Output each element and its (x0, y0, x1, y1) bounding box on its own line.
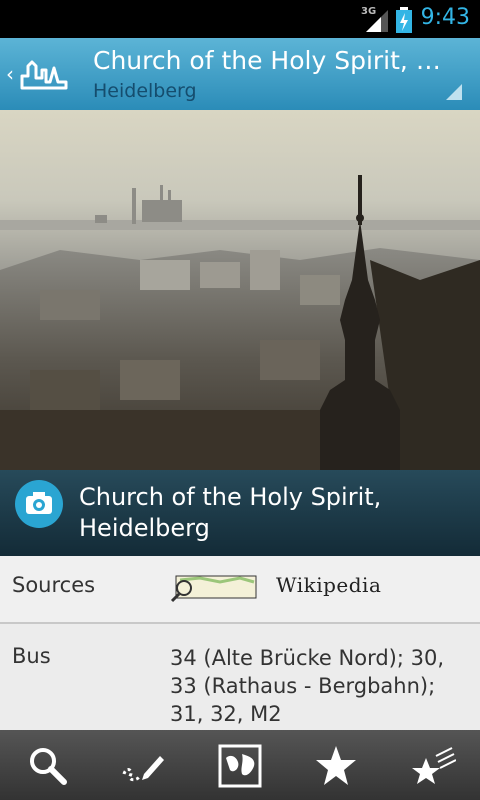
signal-icon (366, 10, 388, 32)
skyline-icon[interactable] (20, 58, 68, 90)
chevron-left-icon[interactable]: ‹ (6, 62, 14, 86)
page-title: Church of the Holy Spirit, H… (93, 46, 443, 75)
bus-label: Bus (12, 644, 51, 668)
photo-caption: Church of the Holy Spirit, Heidelberg (79, 483, 382, 542)
sources-label: Sources (12, 573, 96, 597)
openstreetmap-logo[interactable] (170, 570, 260, 604)
church-photo-image (0, 110, 480, 470)
place-photo[interactable] (0, 110, 480, 470)
star-icon[interactable] (314, 744, 358, 788)
sources-row: Sources Wikipedia (0, 556, 480, 624)
battery-charging-icon (396, 7, 412, 33)
photo-caption-bar: Church of the Holy Spirit, Heidelberg (0, 470, 480, 556)
stars-icon[interactable] (412, 744, 456, 788)
bus-row: Bus 34 (Alte Brücke Nord); 30, 33 (Ratha… (0, 624, 480, 730)
bottom-toolbar (0, 730, 480, 800)
status-bar: 3G 9:43 (0, 0, 480, 38)
wikipedia-logo[interactable]: Wikipedia (276, 573, 381, 597)
map-icon[interactable] (218, 744, 262, 788)
search-icon[interactable] (26, 744, 70, 788)
camera-icon[interactable] (15, 480, 63, 528)
clock: 9:43 (420, 5, 470, 30)
action-bar: ‹ Church of the Holy Spirit, H… Heidelbe… (0, 38, 480, 110)
menu-corner-indicator[interactable] (446, 84, 462, 100)
page-subtitle: Heidelberg (93, 80, 197, 102)
bus-lines: 34 (Alte Brücke Nord); 30, 33 (Rathaus -… (170, 646, 445, 726)
edit-icon[interactable] (120, 744, 164, 788)
